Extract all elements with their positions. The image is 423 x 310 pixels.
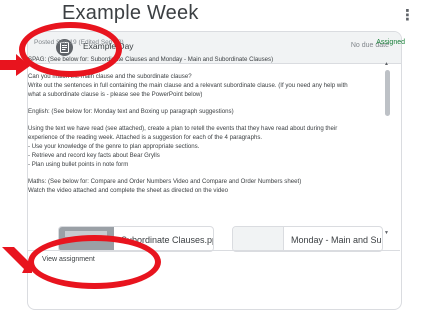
- scroll-down-icon[interactable]: ▼: [384, 230, 389, 236]
- description-paragraph: Using the text we have read (see attache…: [28, 125, 338, 168]
- attachment-name: Monday - Main and Sub...: [291, 235, 382, 245]
- more-vert-icon[interactable]: ⋮: [400, 8, 415, 23]
- description-scrollbar[interactable]: ▲ ▼: [384, 61, 390, 236]
- scroll-up-icon[interactable]: ▲: [384, 61, 389, 67]
- week-title: Example Week: [62, 2, 199, 24]
- attachment-thumbnail: [233, 227, 284, 251]
- arrow-icon: [2, 247, 32, 273]
- description-paragraph: English: (See below for: Monday text and…: [28, 108, 234, 115]
- highlight-oval: [19, 22, 122, 77]
- arrow-icon: [0, 54, 30, 76]
- attachment-monday-clauses[interactable]: Monday - Main and Sub...: [232, 226, 383, 252]
- highlight-oval: [28, 235, 161, 289]
- status-badge: Assigned: [376, 39, 405, 46]
- assignment-description: SPAG: (See below for: Subordinate Clause…: [28, 55, 362, 203]
- scroll-thumb[interactable]: [385, 70, 390, 116]
- description-paragraph: Maths: (See below for: Compare and Order…: [28, 178, 302, 194]
